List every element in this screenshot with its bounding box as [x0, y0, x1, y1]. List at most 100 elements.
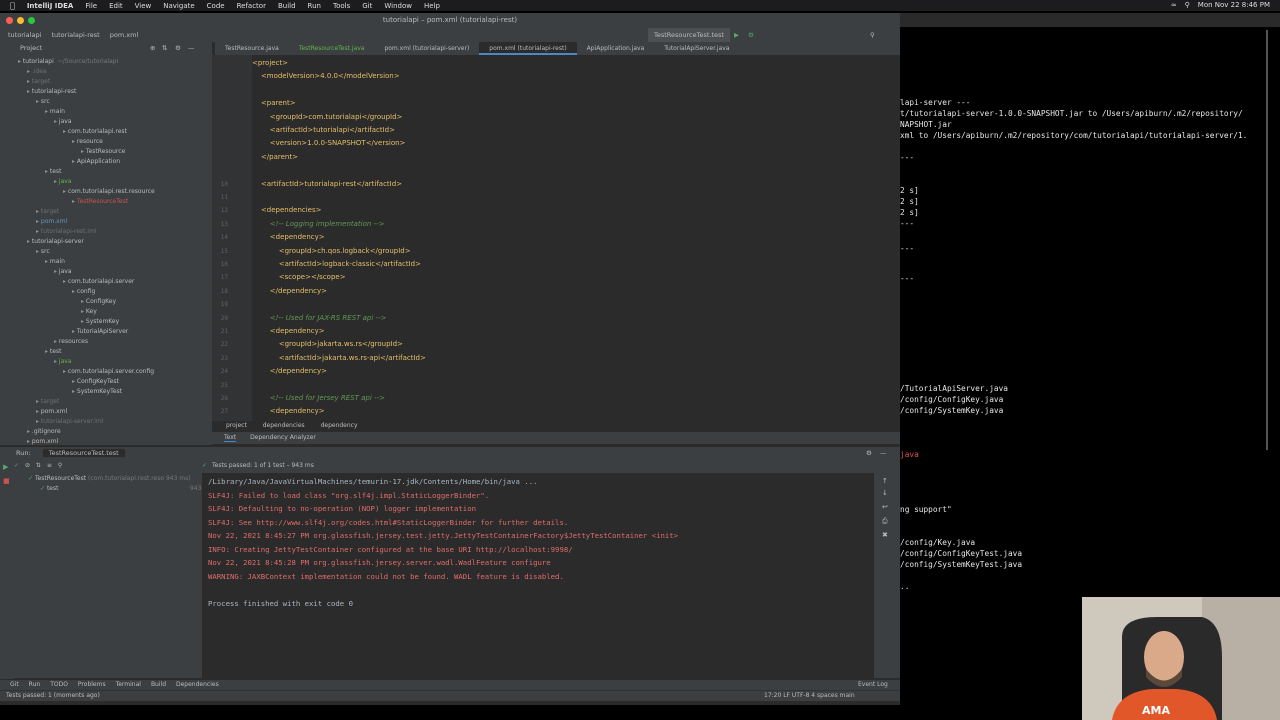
scroll-up-icon[interactable]: ↑ — [882, 477, 888, 485]
tool-window-button[interactable]: Build — [151, 681, 166, 688]
tree-item[interactable]: ▸ Key — [81, 307, 97, 317]
minimize-window-button[interactable] — [17, 17, 24, 24]
tree-item[interactable]: ▸ target — [27, 77, 50, 87]
debug-icon[interactable]: ⚙ — [748, 28, 754, 42]
tree-item[interactable]: ▸ com.tutorialapi.server.config — [63, 367, 154, 377]
test-class-node[interactable]: ✓ TestResourceTest (com.tutorialapi.rest… — [28, 475, 191, 482]
code-line[interactable]: <dependency> — [252, 405, 325, 418]
tree-item[interactable]: ▸ SystemKeyTest — [72, 387, 122, 397]
editor-tab[interactable]: TestResource.java — [215, 42, 289, 55]
nav-crumb-project[interactable]: tutorialapi — [8, 31, 41, 39]
tree-item[interactable]: ▸ .idea — [27, 67, 47, 77]
tab-text[interactable]: Text — [224, 434, 237, 442]
tree-item[interactable]: ▸ pom.xml — [27, 437, 58, 445]
tool-window-button[interactable]: Terminal — [116, 681, 141, 688]
tree-item[interactable]: ▸ java — [54, 267, 72, 277]
run-console[interactable]: /Library/Java/JavaVirtualMachines/temuri… — [202, 473, 874, 678]
tree-item[interactable]: ▸ tutorialapi-rest — [27, 87, 76, 97]
breadcrumb-dependencies[interactable]: dependencies — [263, 422, 305, 429]
code-line[interactable]: <artifactId>tutorialapi-rest</artifactId… — [252, 178, 402, 191]
search-icon[interactable]: ⚲ — [58, 462, 62, 469]
search-everywhere-icon[interactable]: ⚲ — [870, 28, 875, 42]
tree-item[interactable]: ▸ pom.xml — [36, 407, 67, 417]
editor-tab[interactable]: TutorialApiServer.java — [654, 42, 739, 55]
run-config-tab[interactable]: TestResourceTest.test — [42, 449, 125, 457]
tree-item[interactable]: ▸ TestResourceTest — [72, 197, 128, 207]
status-right[interactable]: 17:20 LF UTF-8 4 spaces main — [764, 691, 855, 701]
clock[interactable]: Mon Nov 22 8:46 PM — [1198, 1, 1270, 9]
stop-icon[interactable]: ■ — [3, 477, 10, 485]
menu-item[interactable]: Refactor — [237, 2, 266, 10]
tool-window-button[interactable]: Problems — [78, 681, 106, 688]
tool-window-button[interactable]: Dependencies — [176, 681, 219, 688]
tree-item[interactable]: ▸ main — [45, 107, 65, 117]
run-icon[interactable]: ▶ — [734, 28, 739, 42]
code-line[interactable]: <!-- Logging implementation --> — [252, 218, 385, 231]
wifi-icon[interactable]: ≈ — [1171, 1, 1177, 9]
menu-item[interactable]: Window — [384, 2, 412, 10]
tab-dependency-analyzer[interactable]: Dependency Analyzer — [250, 434, 316, 441]
code-line[interactable]: <groupId>ch.qos.logback</groupId> — [252, 245, 411, 258]
menu-item[interactable]: Build — [278, 2, 296, 10]
tree-item[interactable]: ▸ TutorialApiServer — [72, 327, 128, 337]
hide-icon[interactable]: — — [188, 42, 195, 55]
code-line[interactable]: <version>1.0.0-SNAPSHOT</version> — [252, 137, 406, 150]
code-line[interactable]: <dependency> — [252, 231, 325, 244]
code-line[interactable]: <groupId>com.tutorialapi</groupId> — [252, 111, 403, 124]
editor-tab[interactable]: ApiApplication.java — [577, 42, 655, 55]
tree-item[interactable]: ▸ TestResource — [81, 147, 125, 157]
code-line[interactable]: <parent> — [252, 97, 296, 110]
tree-item[interactable]: ▸ target — [36, 207, 59, 217]
tree-item[interactable]: ▸ pom.xml — [36, 217, 67, 227]
zoom-window-button[interactable] — [28, 17, 35, 24]
code-line[interactable]: <artifactId>tutorialapi</artifactId> — [252, 124, 395, 137]
tree-item[interactable]: ▸ src — [36, 97, 50, 107]
code-line[interactable]: </parent> — [252, 151, 298, 164]
tree-item[interactable]: ▸ test — [45, 347, 61, 357]
tree-item[interactable]: ▸ tutorialapi-server — [27, 237, 84, 247]
tree-item[interactable]: ▸ main — [45, 257, 65, 267]
test-method-node[interactable]: ✓ test 943 ms — [40, 485, 212, 492]
code-line[interactable]: <modelVersion>4.0.0</modelVersion> — [252, 70, 400, 83]
nav-crumb-module[interactable]: tutorialapi-rest — [51, 31, 99, 39]
close-window-button[interactable] — [6, 17, 13, 24]
tree-item[interactable]: ▸ tutorialapi-rest.iml — [36, 227, 97, 237]
collapse-icon[interactable]: ⇅ — [162, 42, 167, 55]
menu-item[interactable]: Code — [207, 2, 225, 10]
tree-item[interactable]: ▸ resource — [72, 137, 103, 147]
menu-item[interactable]: View — [135, 2, 152, 10]
code-line[interactable]: <!-- Used for Jersey REST api --> — [252, 392, 385, 405]
tree-item[interactable]: ▸ config — [72, 287, 95, 297]
tree-item[interactable]: ▸ resources — [54, 337, 88, 347]
editor-tab[interactable]: pom.xml (tutorialapi-rest) — [479, 42, 577, 55]
breadcrumb-dependency[interactable]: dependency — [321, 422, 358, 429]
menu-item[interactable]: Tools — [333, 2, 350, 10]
menu-item[interactable]: IntelliJ IDEA — [27, 2, 74, 10]
tool-window-button[interactable]: Git — [10, 681, 19, 688]
tree-item[interactable]: ▸ target — [36, 397, 59, 407]
menu-item[interactable]: File — [85, 2, 97, 10]
search-icon[interactable]: ⚲ — [1185, 1, 1190, 9]
run-config-select[interactable]: TestResourceTest.test — [648, 28, 730, 42]
expand-icon[interactable]: ≡ — [47, 462, 52, 469]
code-line[interactable]: <groupId>jakarta.ws.rs</groupId> — [252, 338, 403, 351]
tree-item[interactable]: ▸ tutorialapi ~/Source/tutorialapi — [18, 57, 118, 67]
project-panel-title[interactable]: Project — [20, 44, 42, 52]
locate-icon[interactable]: ⊕ — [150, 42, 155, 55]
menu-item[interactable]: Help — [424, 2, 440, 10]
tree-item[interactable]: ▸ com.tutorialapi.rest — [63, 127, 127, 137]
rerun-icon[interactable]: ▶ — [3, 463, 8, 471]
code-line[interactable]: <scope></scope> — [252, 271, 346, 284]
tree-item[interactable]: ▸ java — [54, 357, 72, 367]
scroll-down-icon[interactable]: ↓ — [882, 489, 888, 497]
code-line[interactable]: <!-- Used for JAX-RS REST api --> — [252, 312, 387, 325]
tree-item[interactable]: ▸ ApiApplication — [72, 157, 120, 167]
check-icon[interactable]: ✓ — [14, 462, 19, 469]
hide-panel-icon[interactable]: — — [880, 447, 887, 459]
code-line[interactable]: </dependency> — [252, 285, 327, 298]
tool-window-button[interactable]: Run — [29, 681, 41, 688]
gear-icon[interactable]: ⚙ — [175, 42, 181, 55]
tree-item[interactable]: ▸ ConfigKey — [81, 297, 116, 307]
terminal-scrollbar[interactable] — [1266, 30, 1268, 450]
tree-item[interactable]: ▸ tutorialapi-server.iml — [36, 417, 103, 427]
